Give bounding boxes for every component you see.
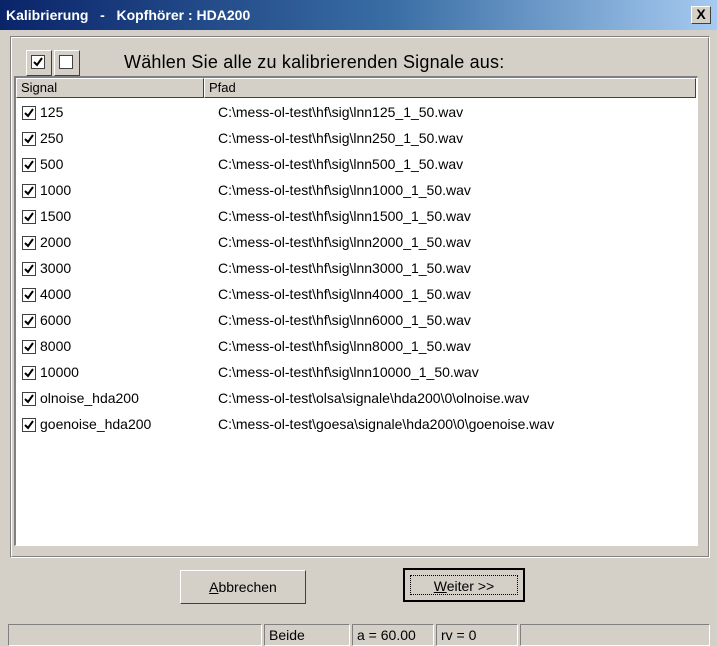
path-cell: C:\mess-ol-test\hf\sig\lnn6000_1_50.wav [218,312,471,328]
checkbox-empty-icon [59,55,73,69]
status-cell-rv: rv = 0 [436,624,518,646]
table-row[interactable]: 4000 C:\mess-ol-test\hf\sig\lnn4000_1_50.… [16,284,696,310]
signal-cell: 10000 [40,364,79,380]
path-cell: C:\mess-ol-test\hf\sig\lnn125_1_50.wav [218,104,464,120]
table-row[interactable]: 6000 C:\mess-ol-test\hf\sig\lnn6000_1_50.… [16,310,696,336]
table-row[interactable]: 125 C:\mess-ol-test\hf\sig\lnn125_1_50.wa… [16,102,696,128]
path-cell: C:\mess-ol-test\hf\sig\lnn4000_1_50.wav [218,286,471,302]
signal-cell: 500 [40,156,64,172]
path-cell: C:\mess-ol-test\hf\sig\lnn1500_1_50.wav [218,208,471,224]
row-checkbox[interactable] [22,288,36,302]
row-checkbox[interactable] [22,366,36,380]
cancel-button[interactable]: Abbrechen [180,570,306,604]
column-header-pfad[interactable]: Pfad [204,78,696,98]
signal-cell: 8000 [40,338,72,354]
path-cell: C:\mess-ol-test\hf\sig\lnn3000_1_50.wav [218,260,471,276]
signal-cell: goenoise_hda200 [40,416,152,432]
table-row[interactable]: 3000 C:\mess-ol-test\hf\sig\lnn3000_1_50.… [16,258,696,284]
table-row[interactable]: 2000 C:\mess-ol-test\hf\sig\lnn2000_1_50.… [16,232,696,258]
row-checkbox[interactable] [22,262,36,276]
signal-cell: 1000 [40,182,72,198]
row-checkbox[interactable] [22,392,36,406]
table-row[interactable]: 250 C:\mess-ol-test\hf\sig\lnn250_1_50.wa… [16,128,696,154]
path-cell: C:\mess-ol-test\hf\sig\lnn250_1_50.wav [218,130,464,146]
row-checkbox[interactable] [22,158,36,172]
row-checkbox[interactable] [22,314,36,328]
signal-cell: 3000 [40,260,72,276]
signal-cell: 125 [40,104,64,120]
status-cell-level: a = 60.00 [352,624,434,646]
signal-list[interactable]: Signal Pfad 125 C:\mess-ol-test\hf\sig\ln… [14,76,698,546]
path-cell: C:\mess-ol-test\olsa\signale\hda200\0\ol… [218,390,530,406]
close-button[interactable]: X [691,6,711,24]
row-checkbox[interactable] [22,106,36,120]
row-checkbox[interactable] [22,132,36,146]
close-icon: X [696,6,706,22]
path-cell: C:\mess-ol-test\hf\sig\lnn500_1_50.wav [218,156,464,172]
signal-cell: 2000 [40,234,72,250]
select-all-button[interactable] [26,50,52,76]
path-cell: C:\mess-ol-test\hf\sig\lnn1000_1_50.wav [218,182,471,198]
window-title: Kalibrierung - Kopfhörer : HDA200 [6,7,251,23]
row-checkbox[interactable] [22,210,36,224]
focus-rect [410,575,518,595]
checkbox-checked-icon [31,55,45,69]
row-checkbox[interactable] [22,418,36,432]
path-cell: C:\mess-ol-test\hf\sig\lnn8000_1_50.wav [218,338,471,354]
table-row[interactable]: 8000 C:\mess-ol-test\hf\sig\lnn8000_1_50.… [16,336,696,362]
path-cell: C:\mess-ol-test\goesa\signale\hda200\0\g… [218,416,555,432]
signal-cell: 250 [40,130,64,146]
status-cell-5 [520,624,710,646]
path-cell: C:\mess-ol-test\hf\sig\lnn10000_1_50.wav [218,364,479,380]
title-bar[interactable]: Kalibrierung - Kopfhörer : HDA200 X [0,0,717,30]
signal-cell: 4000 [40,286,72,302]
table-row[interactable]: 1500 C:\mess-ol-test\hf\sig\lnn1500_1_50.… [16,206,696,232]
table-row[interactable]: olnoise_hda200 C:\mess-ol-test\olsa\signa… [16,388,696,414]
row-checkbox[interactable] [22,236,36,250]
signal-cell: 6000 [40,312,72,328]
row-checkbox[interactable] [22,184,36,198]
table-row[interactable]: 500 C:\mess-ol-test\hf\sig\lnn500_1_50.wa… [16,154,696,180]
instruction-text: Wählen Sie alle zu kalibrierenden Signal… [124,52,505,72]
status-cell-ear: Beide [264,624,350,646]
status-cell-1 [8,624,262,646]
row-checkbox[interactable] [22,340,36,354]
path-cell: C:\mess-ol-test\hf\sig\lnn2000_1_50.wav [218,234,471,250]
table-row[interactable]: 10000 C:\mess-ol-test\hf\sig\lnn10000_1_5… [16,362,696,388]
calibration-dialog: Kalibrierung - Kopfhörer : HDA200 X Wähl… [0,0,717,646]
table-row[interactable]: 1000 C:\mess-ol-test\hf\sig\lnn1000_1_50.… [16,180,696,206]
select-none-button[interactable] [54,50,80,76]
column-header-signal[interactable]: Signal [16,78,204,98]
signal-cell: olnoise_hda200 [40,390,139,406]
table-row[interactable]: goenoise_hda200 C:\mess-ol-test\goesa\sig… [16,414,696,440]
next-button[interactable]: Weiter >> [403,568,525,602]
signal-cell: 1500 [40,208,72,224]
